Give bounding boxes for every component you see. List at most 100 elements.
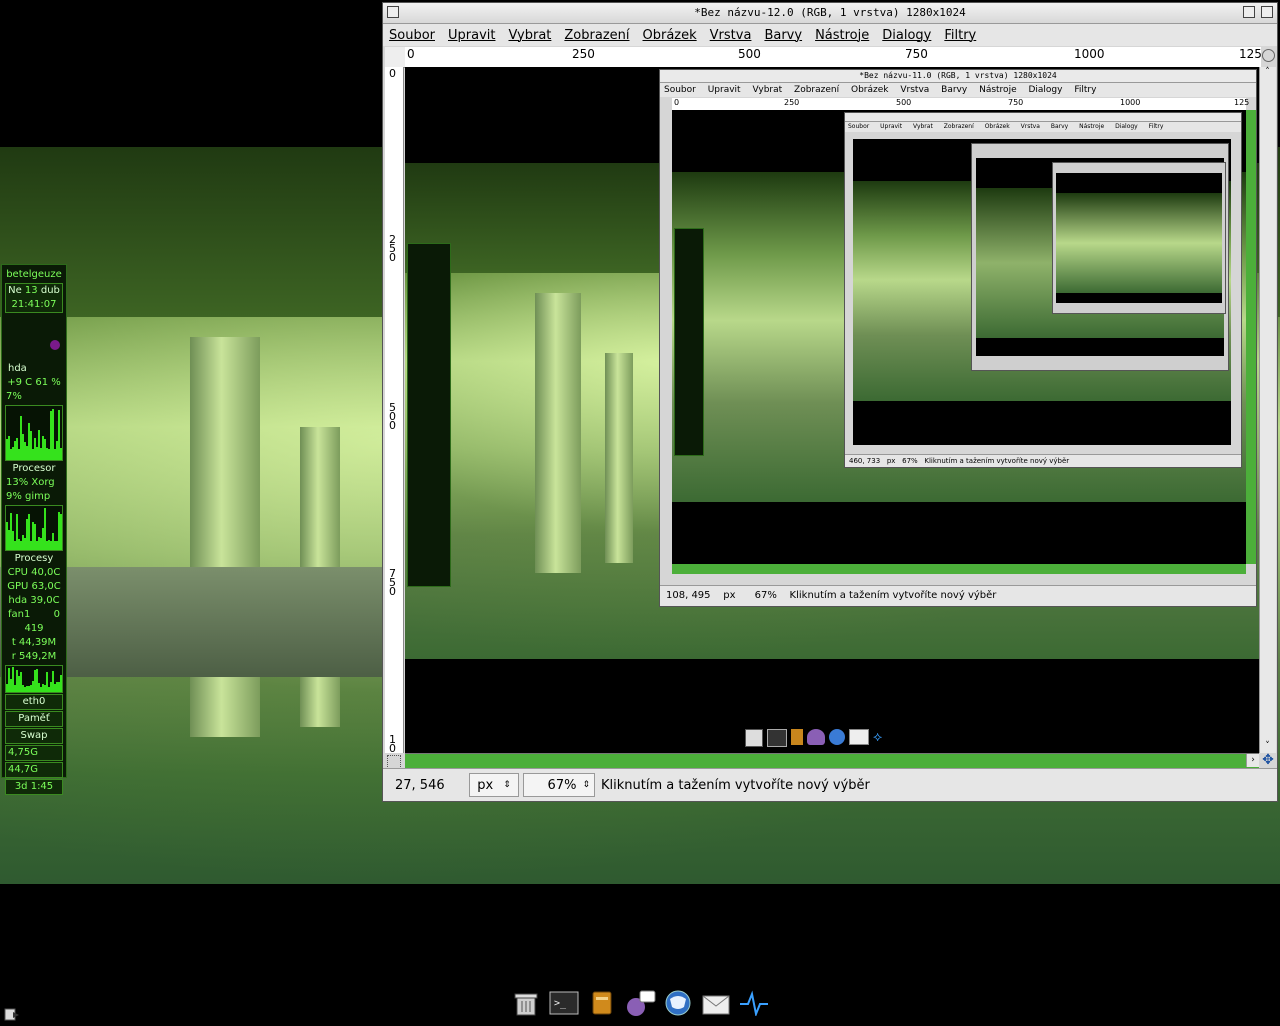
nested-ruler-tick: 0 bbox=[674, 98, 680, 107]
globe-icon[interactable] bbox=[662, 988, 694, 1018]
ruler-tick: 750 bbox=[905, 47, 928, 61]
ruler-tick: 7 5 0 bbox=[389, 567, 396, 598]
nested-ruler-tick: 1000 bbox=[1120, 98, 1141, 107]
nested-menu-item: Upravit bbox=[707, 85, 741, 95]
vertical-ruler[interactable]: 0 2 5 0 5 0 0 7 5 0 1 0 bbox=[385, 67, 404, 754]
nested-menu-item: Dialogy bbox=[1115, 123, 1138, 130]
canvas-dock: ⟡ bbox=[745, 729, 905, 749]
ruler-tick: 500 bbox=[738, 47, 761, 61]
scroll-right-icon[interactable]: › bbox=[1246, 754, 1259, 767]
disk-usage-1: 4,75G bbox=[5, 745, 63, 761]
nested-menu-item: Vybrat bbox=[752, 85, 783, 95]
nested-message: Kliknutím a tažením vytvoříte nový výběr bbox=[789, 590, 997, 601]
ruler-tick: 5 0 0 bbox=[389, 401, 396, 432]
process-1: 13% Xorg bbox=[6, 477, 55, 488]
messenger-icon[interactable] bbox=[624, 988, 656, 1018]
net-value-2: t 44,39M bbox=[11, 637, 57, 648]
nested-menu-item: Filtry bbox=[1074, 85, 1097, 95]
zoom-fit-icon[interactable] bbox=[1262, 49, 1275, 62]
nested-menu-item: Dialogy bbox=[1028, 85, 1063, 95]
disk-label: hda bbox=[8, 363, 27, 374]
bridge-pillar bbox=[190, 337, 260, 737]
date-month: dub bbox=[40, 285, 60, 296]
processes-title: Procesy bbox=[14, 553, 54, 564]
scroll-up-icon[interactable]: ˄ bbox=[1260, 67, 1275, 79]
nested-menubar-2: Soubor Upravit Vybrat Zobrazení Obrázek … bbox=[845, 122, 1241, 132]
nested-message-2: Kliknutím a tažením vytvoříte nový výběr bbox=[924, 457, 1070, 465]
menu-dialogy[interactable]: Dialogy bbox=[882, 28, 931, 43]
window-menu-button[interactable] bbox=[387, 6, 399, 18]
navigate-icon[interactable]: ✥ bbox=[1261, 753, 1275, 767]
cpu-percent: 7% bbox=[6, 391, 22, 402]
horizontal-scrollbar[interactable]: › bbox=[405, 753, 1259, 768]
nested-title-2 bbox=[845, 113, 1241, 122]
desktop-corner-icon[interactable] bbox=[4, 1006, 20, 1022]
wave-icon[interactable] bbox=[738, 988, 770, 1018]
cpu-graph bbox=[5, 405, 63, 461]
mail-icon[interactable] bbox=[700, 988, 732, 1018]
window-titlebar[interactable]: *Bez názvu-12.0 (RGB, 1 vrstva) 1280x102… bbox=[383, 3, 1277, 24]
dock: >_ bbox=[510, 988, 770, 1020]
temp-cpu: CPU 40,0C bbox=[7, 567, 61, 578]
nested-menu-item: Barvy bbox=[1050, 123, 1069, 130]
processor-title: Procesor bbox=[12, 463, 56, 474]
spin-icon: ⇕ bbox=[503, 780, 511, 790]
nested-menu-item: Soubor bbox=[664, 85, 696, 95]
menu-soubor[interactable]: Soubor bbox=[389, 28, 435, 43]
quickmask-icon[interactable] bbox=[387, 755, 401, 769]
status-bar: 27, 546 px ⇕ 67% ⇕ Kliknutím a tažením v… bbox=[383, 768, 1277, 801]
close-button[interactable] bbox=[1261, 6, 1273, 18]
graph-bar bbox=[60, 675, 62, 692]
graph-bar bbox=[60, 514, 62, 550]
nested-menu-item: Barvy bbox=[941, 85, 968, 95]
menu-filtry[interactable]: Filtry bbox=[944, 28, 976, 43]
nested-menu-item: Upravit bbox=[880, 123, 903, 130]
notes-icon[interactable] bbox=[586, 988, 618, 1018]
nested-ruler-tick: 750 bbox=[1008, 98, 1024, 107]
ruler-tick: 0 bbox=[407, 47, 415, 61]
nested-menu-item: Vybrat bbox=[913, 123, 933, 130]
horizontal-ruler[interactable]: 0 250 500 750 1000 125 bbox=[405, 47, 1262, 68]
terminal-icon bbox=[767, 729, 787, 747]
menu-barvy[interactable]: Barvy bbox=[764, 28, 802, 43]
terminal-icon[interactable]: >_ bbox=[548, 988, 580, 1018]
gimp-image-window[interactable]: *Bez názvu-12.0 (RGB, 1 vrstva) 1280x102… bbox=[382, 2, 1278, 802]
nested-menu-item: Zobrazení bbox=[943, 123, 974, 130]
ruler-tick: 250 bbox=[572, 47, 595, 61]
menu-vrstva[interactable]: Vrstva bbox=[710, 28, 752, 43]
trash-icon bbox=[745, 729, 763, 747]
nested-title: *Bez názvu-11.0 (RGB, 1 vrstva) 1280x102… bbox=[660, 70, 1256, 83]
ruler-corner[interactable] bbox=[385, 47, 405, 68]
clock: 21:41:07 bbox=[11, 299, 57, 310]
maximize-button[interactable] bbox=[1243, 6, 1255, 18]
nested-canvas: Soubor Upravit Vybrat Zobrazení Obrázek … bbox=[672, 110, 1246, 564]
zoom-select[interactable]: 67% ⇕ bbox=[523, 773, 595, 797]
disk-usage-2: 44,7G bbox=[5, 762, 63, 778]
menu-upravit[interactable]: Upravit bbox=[448, 28, 495, 43]
vertical-scrollbar[interactable]: ˄ ˅ bbox=[1259, 67, 1276, 753]
nested-menu-item: Zobrazení bbox=[794, 85, 840, 95]
trash-icon[interactable] bbox=[510, 988, 542, 1018]
temp-gpu: GPU 63,0C bbox=[7, 581, 61, 592]
nested-menu-item: Nástroje bbox=[979, 85, 1017, 95]
menu-obrazek[interactable]: Obrázek bbox=[643, 28, 697, 43]
pointer-coords: 27, 546 bbox=[395, 777, 445, 793]
nested-menu-item: Vrstva bbox=[1020, 123, 1040, 130]
process-2: 9% gimp bbox=[6, 491, 51, 502]
unit-select[interactable]: px ⇕ bbox=[469, 773, 519, 797]
temp-hda: hda 39,0C bbox=[8, 595, 60, 606]
spin-icon: ⇕ bbox=[582, 780, 590, 790]
nested-ruler-tick: 250 bbox=[784, 98, 800, 107]
image-canvas[interactable]: *Bez názvu-11.0 (RGB, 1 vrstva) 1280x102… bbox=[405, 67, 1259, 753]
net-graph bbox=[5, 665, 63, 693]
nested-zoom: 67% bbox=[754, 590, 777, 601]
fan-value: 0 bbox=[53, 609, 60, 620]
disk-led-icon bbox=[50, 340, 60, 350]
mail-icon bbox=[849, 729, 869, 745]
menu-zobrazeni[interactable]: Zobrazení bbox=[564, 28, 629, 43]
nested-zoom-2: 67% bbox=[902, 457, 918, 465]
menu-nastroje[interactable]: Nástroje bbox=[815, 28, 869, 43]
menu-vybrat[interactable]: Vybrat bbox=[508, 28, 551, 43]
date-day: Ne bbox=[8, 285, 22, 296]
nested-menu-item: Obrázek bbox=[851, 85, 889, 95]
